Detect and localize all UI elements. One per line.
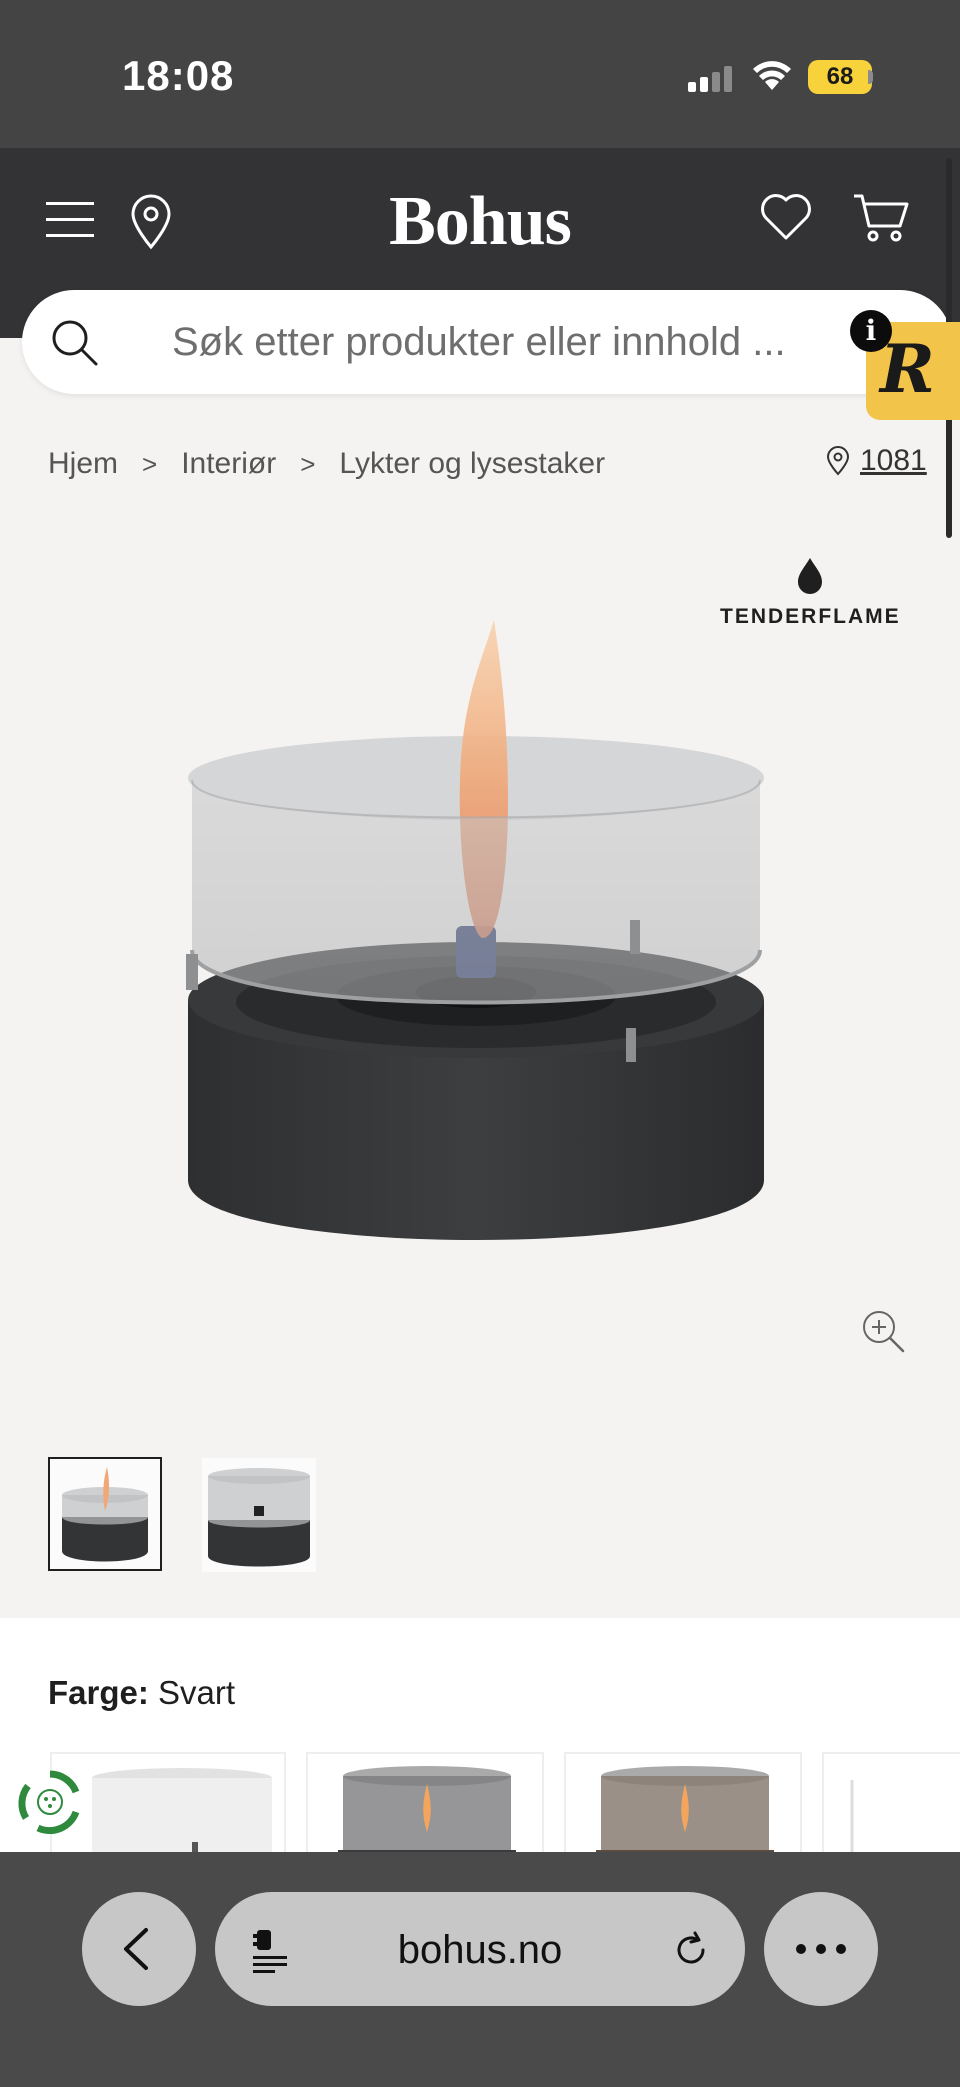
recycle-icon[interactable] — [14, 1766, 86, 1838]
zoom-in-icon[interactable] — [860, 1308, 906, 1354]
thumbnail-1[interactable] — [48, 1457, 162, 1571]
heart-wishlist-icon[interactable] — [760, 192, 812, 242]
bohus-logo[interactable]: Bohus — [0, 182, 960, 262]
search-bar[interactable]: Søk etter produkter eller innhold ... — [22, 290, 952, 394]
search-icon — [52, 320, 98, 366]
breadcrumb: Hjem > Interiør > Lykter og lysestaker — [48, 444, 605, 484]
status-time: 18:08 — [122, 52, 235, 99]
product-image[interactable] — [182, 620, 782, 1320]
wifi-icon — [753, 61, 791, 90]
thumbnail-image — [50, 1459, 160, 1569]
color-label-key: Farge: — [48, 1674, 149, 1711]
flame-leaf-icon — [798, 558, 822, 594]
breadcrumb-lanterns[interactable]: Lykter og lysestaker — [339, 447, 605, 481]
status-bar: 18:08 68 — [0, 0, 960, 148]
back-button[interactable] — [82, 1892, 196, 2006]
chevron-right-icon: > — [142, 448, 158, 479]
color-variant-4[interactable] — [822, 1752, 960, 1862]
cellular-signal-icon — [688, 66, 732, 92]
url-text[interactable]: bohus.no — [215, 1928, 745, 1973]
color-variant-2[interactable] — [306, 1752, 544, 1862]
battery-indicator: 68 — [808, 60, 872, 94]
breadcrumb-interior[interactable]: Interiør — [181, 447, 276, 481]
variant-image — [92, 1768, 272, 1862]
address-bar[interactable]: bohus.no — [215, 1892, 745, 2006]
color-variant-3[interactable] — [564, 1752, 802, 1862]
chevron-left-icon — [124, 1928, 148, 1970]
ellipsis-icon — [796, 1944, 846, 1954]
thumbnail-2[interactable] — [202, 1458, 316, 1572]
store-number[interactable]: 1081 — [860, 444, 927, 478]
battery-cap — [868, 70, 873, 84]
breadcrumb-home[interactable]: Hjem — [48, 447, 118, 481]
brand-logo: TENDERFLAME — [720, 556, 900, 629]
color-value: Svart — [158, 1674, 236, 1711]
chevron-right-icon: > — [300, 448, 316, 479]
more-options-button[interactable] — [764, 1892, 878, 2006]
shopping-cart-icon[interactable] — [852, 192, 910, 244]
reload-icon[interactable] — [671, 1930, 711, 1970]
variant-image — [338, 1766, 516, 1862]
info-icon[interactable]: i — [850, 310, 892, 352]
variant-image — [850, 1780, 854, 1862]
store-selector[interactable]: 1081 — [826, 444, 927, 478]
search-input[interactable]: Søk etter produkter eller innhold ... — [172, 320, 786, 365]
variant-image — [596, 1766, 774, 1862]
location-pin-icon — [826, 446, 850, 476]
color-label: Farge: Svart — [48, 1674, 235, 1712]
thumbnail-image — [202, 1458, 316, 1572]
